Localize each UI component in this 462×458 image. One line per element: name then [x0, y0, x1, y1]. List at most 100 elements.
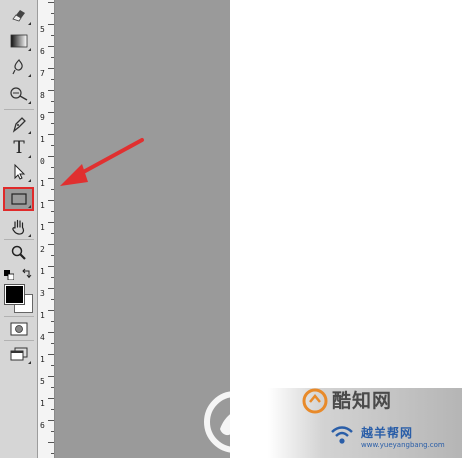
ruler-label: 4	[40, 333, 45, 342]
ruler-label: 1	[40, 355, 45, 364]
ruler-tick	[48, 442, 54, 443]
ruler-tick	[51, 365, 54, 366]
ruler-label: 1	[40, 311, 45, 320]
tool-submenu-indicator	[28, 361, 31, 364]
eraser-tool[interactable]	[6, 4, 32, 26]
tools-panel: T	[0, 0, 38, 458]
ruler-tick	[51, 79, 54, 80]
hand-icon	[12, 219, 25, 235]
ruler-label: 5	[40, 377, 45, 386]
ruler-tick	[48, 222, 54, 223]
default-colors-button[interactable]	[4, 265, 15, 281]
screen-mode-icon	[10, 347, 28, 361]
tool-submenu-indicator	[28, 234, 31, 237]
ruler-label: 6	[40, 421, 45, 430]
dodge-tool[interactable]	[6, 83, 32, 105]
ruler-tick	[51, 145, 54, 146]
pasteboard	[55, 0, 230, 458]
ruler-tick	[48, 178, 54, 179]
rectangle-tool[interactable]	[3, 187, 34, 211]
ruler-tick	[48, 398, 54, 399]
ruler-tick	[48, 310, 54, 311]
blur-tool[interactable]	[6, 56, 32, 78]
ruler-tick	[48, 200, 54, 201]
ruler-tick	[48, 376, 54, 377]
tool-submenu-indicator	[28, 205, 31, 208]
ruler-tick	[48, 68, 54, 69]
watermark-wifi-icon	[331, 426, 353, 444]
ruler-tick	[51, 277, 54, 278]
tool-submenu-indicator	[28, 101, 31, 104]
foreground-color-swatch[interactable]	[4, 284, 25, 305]
gradient-tool[interactable]	[6, 30, 32, 52]
toolbar-separator	[4, 340, 34, 341]
blur-icon	[12, 58, 23, 75]
swap-arrows-icon	[22, 268, 32, 279]
swap-colors-button[interactable]	[21, 265, 33, 279]
ruler-tick	[51, 387, 54, 388]
ruler-tick	[48, 266, 54, 267]
ruler-tick	[48, 288, 54, 289]
tool-submenu-indicator	[28, 179, 31, 182]
pen-icon	[12, 117, 26, 133]
arrow-cursor-icon	[14, 163, 26, 180]
ruler-label: 1	[40, 399, 45, 408]
ruler-tick	[51, 57, 54, 58]
ruler-label: 1	[40, 267, 45, 276]
gradient-icon	[10, 34, 28, 48]
ruler-label: 1	[40, 201, 45, 210]
ruler-tick	[48, 420, 54, 421]
ruler-tick	[48, 24, 54, 25]
magnifier-icon	[11, 245, 26, 260]
ruler-tick	[51, 255, 54, 256]
path-selection-tool[interactable]	[6, 161, 32, 183]
ruler-label: 8	[40, 91, 45, 100]
ruler-tick	[51, 167, 54, 168]
ruler-tick	[48, 354, 54, 355]
ruler-label: 0	[40, 157, 45, 166]
eraser-icon	[12, 10, 25, 22]
screen-mode-button[interactable]	[6, 343, 32, 365]
hand-tool[interactable]	[6, 216, 32, 238]
vertical-ruler: 5678910111213141516	[38, 0, 55, 458]
ruler-tick	[51, 409, 54, 410]
ruler-tick	[48, 46, 54, 47]
tool-submenu-indicator	[28, 131, 31, 134]
ruler-tick	[51, 233, 54, 234]
ruler-label: 1	[40, 223, 45, 232]
pen-tool[interactable]	[6, 113, 32, 135]
watermark-site-name: 越羊帮网	[361, 426, 414, 440]
ruler-tick	[51, 211, 54, 212]
watermark-title: 酷知网	[332, 390, 393, 412]
ruler-label: 9	[40, 113, 45, 122]
default-colors-icon	[4, 270, 15, 281]
type-icon: T	[13, 138, 25, 158]
type-tool[interactable]: T	[6, 137, 32, 159]
tool-submenu-indicator	[28, 22, 31, 25]
quick-mask-button[interactable]	[6, 318, 32, 340]
ruler-tick	[48, 134, 54, 135]
tool-submenu-indicator	[28, 74, 31, 77]
zoom-tool[interactable]	[6, 242, 32, 264]
ruler-label: 6	[40, 47, 45, 56]
ruler-label: 1	[40, 135, 45, 144]
tool-submenu-indicator	[28, 155, 31, 158]
ruler-tick	[51, 321, 54, 322]
ruler-tick	[51, 101, 54, 102]
toolbar-separator	[4, 239, 34, 240]
toolbar-separator	[4, 316, 34, 317]
ruler-label: 1	[40, 179, 45, 188]
quick-mask-icon	[10, 322, 28, 336]
ruler-label: 5	[40, 25, 45, 34]
ruler-label: 7	[40, 69, 45, 78]
toolbar-separator	[4, 109, 34, 110]
tool-submenu-indicator	[28, 48, 31, 51]
ruler-tick	[48, 156, 54, 157]
dodge-icon	[10, 87, 28, 101]
ruler-tick	[48, 112, 54, 113]
watermark-url: www.yueyangbang.com	[361, 441, 445, 449]
ruler-tick	[51, 13, 54, 14]
watermark-orange-logo-icon	[302, 388, 328, 414]
ruler-tick	[48, 332, 54, 333]
ruler-tick	[51, 453, 54, 454]
